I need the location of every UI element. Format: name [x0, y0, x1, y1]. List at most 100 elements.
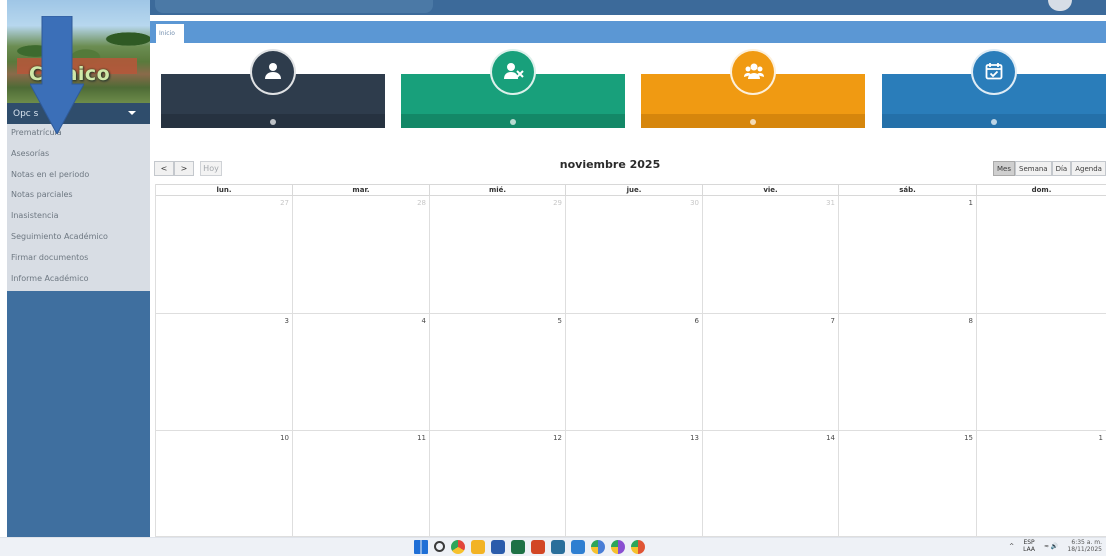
card-students[interactable]	[161, 49, 385, 128]
day-number[interactable]: 6	[695, 317, 699, 325]
day-cell[interactable]: 29	[430, 196, 566, 313]
sidebar-item-informe[interactable]: Informe Académico	[7, 270, 150, 291]
day-number[interactable]: 4	[422, 317, 426, 325]
view-agenda-button[interactable]: Agenda	[1071, 161, 1106, 176]
tab-inicio[interactable]: Inicio	[156, 24, 184, 43]
week-row: 10 11 12 13 14 15 1	[156, 431, 1106, 537]
card-groups[interactable]	[641, 49, 865, 128]
day-number[interactable]: 3	[285, 317, 289, 325]
search-icon[interactable]	[434, 541, 445, 552]
sidebar-item-notas-periodo[interactable]: Notas en el periodo	[7, 166, 150, 187]
sidebar-item-asesorias[interactable]: Asesorías	[7, 145, 150, 166]
shield-app-icon[interactable]	[571, 540, 585, 554]
prev-month-button[interactable]: <	[154, 161, 174, 176]
file-explorer-icon[interactable]	[471, 540, 485, 554]
day-cell[interactable]: 1	[977, 431, 1106, 536]
day-number[interactable]: 28	[417, 199, 426, 207]
sidebar-item-notas-parciales[interactable]: Notas parciales	[7, 186, 150, 207]
chrome-profile-icon[interactable]	[591, 540, 605, 554]
taskbar-apps	[414, 540, 645, 554]
card-circle	[971, 49, 1017, 95]
user-icon	[265, 63, 281, 79]
card-calendar[interactable]	[882, 49, 1106, 128]
lang-bottom: LAA	[1023, 546, 1035, 553]
card-indicator	[750, 119, 756, 125]
calendar-title: noviembre 2025	[559, 158, 661, 171]
next-month-button[interactable]: >	[174, 161, 194, 176]
day-cell[interactable]: 8	[839, 314, 977, 430]
excel-icon[interactable]	[511, 540, 525, 554]
system-tray: ^ ESP LAA ≈ 🔊 6:35 a. m. 18/11/2025	[1009, 539, 1102, 553]
day-number[interactable]: 29	[553, 199, 562, 207]
chrome-profile-3-icon[interactable]	[631, 540, 645, 554]
sidebar-item-inasistencia[interactable]: Inasistencia	[7, 207, 150, 228]
day-number[interactable]: 27	[280, 199, 289, 207]
day-number[interactable]: 13	[690, 434, 699, 442]
view-week-button[interactable]: Semana	[1015, 161, 1052, 176]
day-cell[interactable]: 7	[703, 314, 839, 430]
day-cell[interactable]: 5	[430, 314, 566, 430]
day-cell[interactable]: 10	[156, 431, 293, 536]
clock-time: 6:35 a. m.	[1071, 539, 1102, 546]
view-month-button[interactable]: Mes	[993, 161, 1015, 176]
day-cell[interactable]: 28	[293, 196, 430, 313]
calendar-check-icon	[985, 63, 1003, 80]
card-absences[interactable]	[401, 49, 625, 128]
lang-top: ESP	[1023, 539, 1035, 546]
day-cell[interactable]: 3	[156, 314, 293, 430]
sidebar-item-firmar[interactable]: Firmar documentos	[7, 249, 150, 270]
calendar-nav: < > Hoy	[154, 161, 222, 176]
windows-start-icon[interactable]	[414, 540, 428, 554]
day-number[interactable]: 8	[969, 317, 973, 325]
language-indicator[interactable]: ESP LAA	[1023, 539, 1035, 553]
day-cell[interactable]: 1	[839, 196, 977, 313]
card-indicator	[270, 119, 276, 125]
tray-chevron-icon[interactable]: ^	[1009, 543, 1014, 550]
day-cell[interactable]: 4	[293, 314, 430, 430]
day-cell[interactable]: 11	[293, 431, 430, 536]
card-circle	[250, 49, 296, 95]
day-number[interactable]: 12	[553, 434, 562, 442]
powerpoint-icon[interactable]	[531, 540, 545, 554]
day-number[interactable]: 11	[417, 434, 426, 442]
day-cell[interactable]: 13	[566, 431, 703, 536]
day-cell[interactable]	[977, 314, 1106, 430]
day-cell[interactable]: 27	[156, 196, 293, 313]
day-cell[interactable]: 15	[839, 431, 977, 536]
day-number[interactable]: 5	[558, 317, 562, 325]
week-row: 3 4 5 6 7 8	[156, 314, 1106, 431]
day-number[interactable]: 7	[831, 317, 835, 325]
clock[interactable]: 6:35 a. m. 18/11/2025	[1067, 539, 1102, 553]
day-number[interactable]: 14	[826, 434, 835, 442]
view-day-button[interactable]: Día	[1051, 161, 1072, 176]
weekday-label: sáb.	[839, 185, 977, 196]
day-number[interactable]: 1	[1099, 434, 1103, 442]
day-cell[interactable]: 31	[703, 196, 839, 313]
weekday-label: dom.	[977, 185, 1106, 196]
sidebar-menu: Prematrícula Asesorías Notas en el perio…	[7, 124, 150, 291]
wifi-volume-icon[interactable]: ≈ 🔊	[1044, 543, 1058, 550]
day-number[interactable]: 30	[690, 199, 699, 207]
weekday-label: mié.	[430, 185, 566, 196]
day-cell[interactable]: 12	[430, 431, 566, 536]
tab-strip: Inicio	[150, 21, 1106, 43]
day-number[interactable]: 15	[964, 434, 973, 442]
sidebar-item-seguimiento[interactable]: Seguimiento Académico	[7, 228, 150, 249]
day-cell[interactable]: 6	[566, 314, 703, 430]
day-number[interactable]: 10	[280, 434, 289, 442]
user-avatar[interactable]	[1048, 0, 1072, 11]
day-cell[interactable]: 30	[566, 196, 703, 313]
chrome-profile-2-icon[interactable]	[611, 540, 625, 554]
weekday-header: lun. mar. mié. jue. vie. sáb. dom.	[156, 184, 1106, 196]
word-icon[interactable]	[491, 540, 505, 554]
day-cell[interactable]: 14	[703, 431, 839, 536]
app-window: Inicio C naico Opc s Prematrícula Asesor…	[0, 0, 1106, 556]
day-number[interactable]: 1	[969, 199, 973, 207]
app-icon[interactable]	[551, 540, 565, 554]
weekday-label: mar.	[293, 185, 430, 196]
top-search-area[interactable]	[155, 0, 433, 13]
chrome-icon[interactable]	[451, 540, 465, 554]
today-button[interactable]: Hoy	[200, 161, 222, 176]
day-cell[interactable]	[977, 196, 1106, 313]
day-number[interactable]: 31	[826, 199, 835, 207]
